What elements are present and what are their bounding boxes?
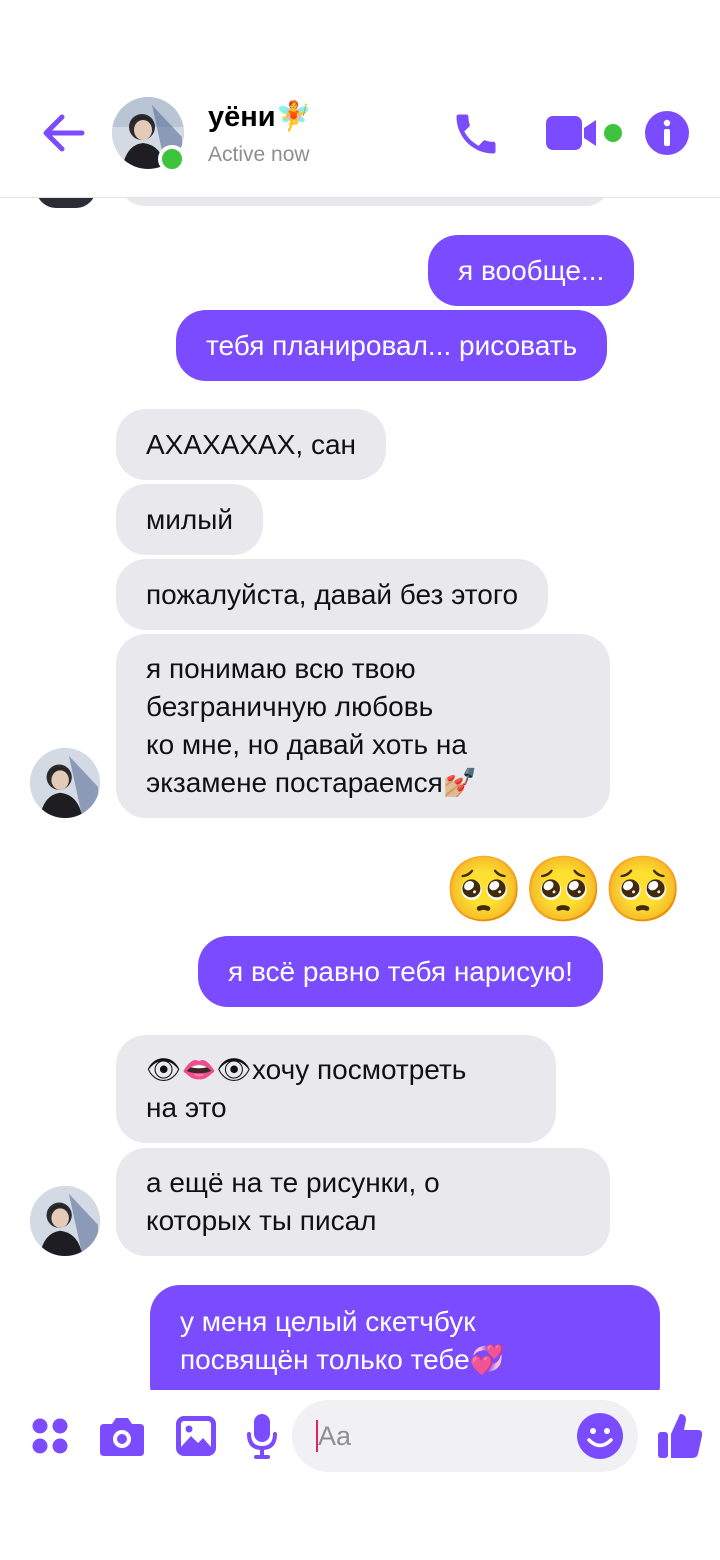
message-bubble-incoming[interactable]: а ещё на те рисунки, о которых ты писал bbox=[116, 1148, 610, 1256]
back-arrow-icon[interactable] bbox=[38, 108, 88, 158]
message-bubble-incoming[interactable]: АХАХАХАХ, сан bbox=[116, 409, 386, 480]
apps-icon[interactable] bbox=[30, 1416, 70, 1456]
emoji-icon[interactable] bbox=[576, 1412, 624, 1460]
phone-icon[interactable] bbox=[450, 108, 502, 160]
message-bubble-outgoing[interactable]: тебя планировал... рисовать bbox=[176, 310, 608, 381]
message-bubble-incoming[interactable]: милый bbox=[116, 484, 263, 555]
message-list[interactable]: я вообще... тебя планировал... рисовать … bbox=[0, 198, 720, 1390]
contact-status: Active now bbox=[208, 143, 310, 166]
online-status-dot bbox=[158, 145, 186, 173]
message-bubble-outgoing[interactable]: я всё равно тебя нарисую! bbox=[198, 936, 603, 1007]
avatar bbox=[36, 198, 96, 208]
info-icon[interactable] bbox=[644, 110, 690, 156]
message-emoji-only[interactable]: 🥺🥺🥺 bbox=[444, 854, 683, 924]
message-input-container[interactable] bbox=[292, 1400, 638, 1472]
camera-icon[interactable] bbox=[98, 1414, 146, 1458]
microphone-icon[interactable] bbox=[246, 1412, 278, 1460]
message-bubble-partial bbox=[120, 198, 610, 206]
video-status-dot bbox=[604, 124, 622, 142]
gallery-icon[interactable] bbox=[174, 1414, 218, 1458]
conversation-header: уёни🧚 Active now bbox=[0, 0, 720, 198]
video-camera-icon[interactable] bbox=[544, 112, 604, 154]
message-bubble-outgoing[interactable]: у меня целый скетчбук посвящён только те… bbox=[150, 1285, 660, 1390]
contact-name[interactable]: уёни🧚 bbox=[208, 100, 312, 134]
message-bubble-outgoing[interactable]: я вообще... bbox=[428, 235, 635, 306]
message-bubble-incoming[interactable]: 👁👄👁хочу посмотреть на это bbox=[116, 1035, 556, 1143]
contact-avatar bbox=[30, 1186, 100, 1256]
message-input[interactable] bbox=[318, 1400, 568, 1472]
thumbs-up-icon[interactable] bbox=[656, 1410, 704, 1460]
contact-avatar bbox=[30, 748, 100, 818]
message-bubble-incoming[interactable]: пожалуйста, давай без этого bbox=[116, 559, 549, 630]
message-bubble-incoming[interactable]: я понимаю всю твою безграничную любовь к… bbox=[116, 634, 610, 818]
